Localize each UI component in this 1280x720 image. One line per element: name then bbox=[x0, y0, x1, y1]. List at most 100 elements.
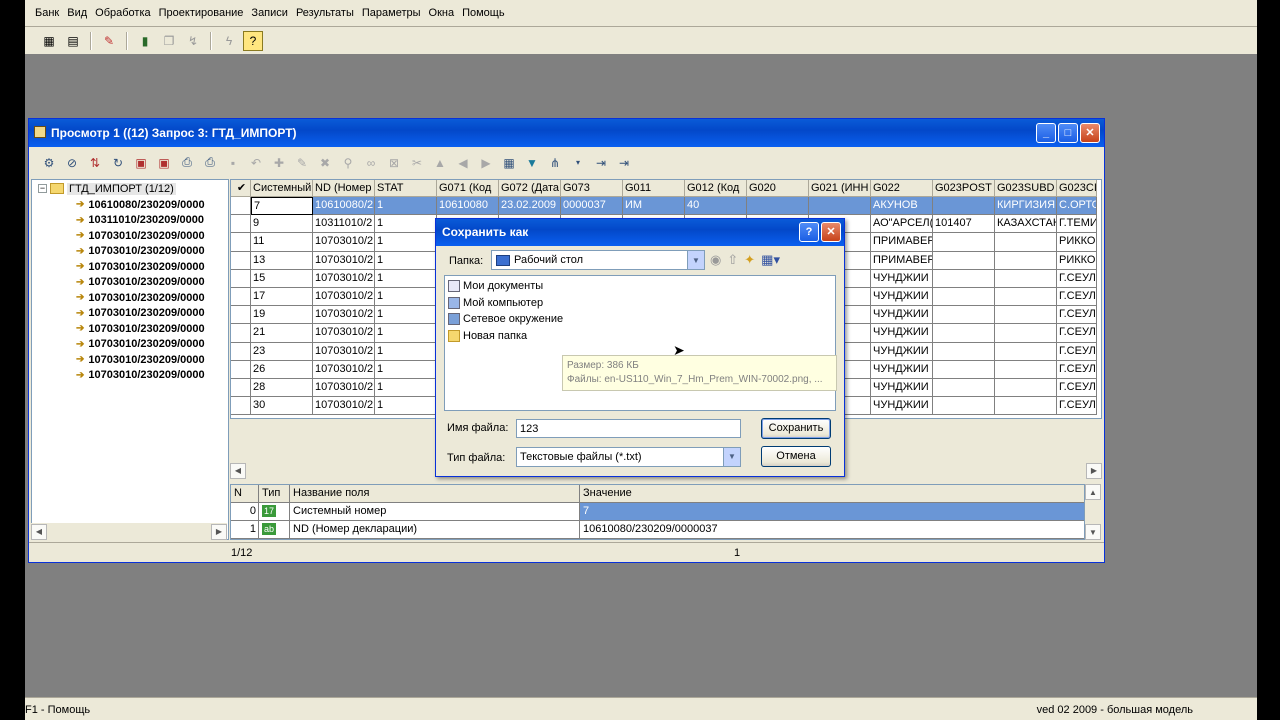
grid-cell[interactable]: 28 bbox=[251, 378, 313, 398]
cut-icon[interactable]: ⊠ bbox=[384, 153, 404, 173]
grid-cell[interactable] bbox=[995, 342, 1057, 361]
find-icon[interactable]: ⚲ bbox=[338, 153, 358, 173]
row-indicator[interactable] bbox=[231, 324, 251, 343]
tree-item[interactable]: ➔ 10703010/230209/0000 bbox=[76, 352, 205, 368]
grid-cell[interactable] bbox=[933, 360, 995, 379]
row-indicator[interactable] bbox=[231, 360, 251, 379]
table-settings-icon[interactable]: ▦ bbox=[499, 153, 519, 173]
grid-cell[interactable]: Г.СЕУЛ bbox=[1057, 269, 1097, 288]
open-bank-icon[interactable]: ▦ bbox=[39, 31, 59, 51]
grid-cell[interactable]: 10311010/2 bbox=[313, 215, 375, 234]
grid-cell[interactable]: ЧУНДЖИИ bbox=[871, 306, 933, 325]
grid-cell[interactable] bbox=[933, 269, 995, 288]
scroll-left-icon[interactable]: ◀ bbox=[31, 523, 47, 540]
grid-cell[interactable]: 15 bbox=[251, 269, 313, 288]
grid-cell[interactable]: 101407 bbox=[933, 215, 995, 234]
grid-cell[interactable]: 1 bbox=[375, 397, 437, 416]
grid-cell[interactable]: 1 bbox=[375, 342, 437, 361]
first-record-icon[interactable]: ▲ bbox=[430, 153, 450, 173]
grid-cell[interactable] bbox=[933, 324, 995, 343]
grid-cell[interactable] bbox=[995, 233, 1057, 252]
tree-item[interactable]: ➔ 10703010/230209/0000 bbox=[76, 228, 205, 244]
tree-item[interactable]: ➔ 10703010/230209/0000 bbox=[76, 259, 205, 275]
grid-cell[interactable]: 10703010/2 bbox=[313, 342, 375, 361]
grid-cell[interactable]: 9 bbox=[251, 215, 313, 234]
table-row[interactable]: 0 17 Системный номер 7 bbox=[231, 503, 1084, 521]
close-bank-icon[interactable]: ▤ bbox=[63, 31, 83, 51]
save-as-titlebar[interactable]: Сохранить как ? ✕ bbox=[436, 219, 844, 246]
grid-cell[interactable]: 1 bbox=[375, 360, 437, 379]
print-preview-icon[interactable]: ⎙ bbox=[200, 153, 220, 173]
grid-cell[interactable]: 10703010/2 bbox=[313, 397, 375, 416]
column-header[interactable]: G071 (Код bbox=[437, 180, 499, 197]
column-header[interactable]: G023POST bbox=[933, 180, 995, 197]
field-detail-grid[interactable]: N Тип Название поля Значение 0 17 Систем… bbox=[230, 484, 1085, 540]
grid-cell[interactable]: 1 bbox=[375, 197, 437, 216]
grid-cell[interactable]: 40 bbox=[685, 197, 747, 216]
view-window-titlebar[interactable]: Просмотр 1 ((12) Запрос 3: ГТД_ИМПОРТ) _… bbox=[29, 119, 1104, 147]
grid-cell[interactable] bbox=[995, 397, 1057, 416]
tree-item[interactable]: ➔ 10703010/230209/0000 bbox=[76, 337, 205, 353]
scroll-up-icon[interactable]: ▲ bbox=[1085, 484, 1101, 500]
grid-cell[interactable]: КАЗАХСТАН bbox=[995, 215, 1057, 234]
menu-design[interactable]: Проектирование bbox=[155, 0, 248, 27]
grid-cell[interactable]: Г.ТЕМИ bbox=[1057, 215, 1097, 234]
grid-cell[interactable]: 11 bbox=[251, 233, 313, 252]
menu-windows[interactable]: Окна bbox=[425, 0, 459, 27]
grid-cell[interactable]: 23 bbox=[251, 342, 313, 361]
grid-cell[interactable]: ЧУНДЖИИ bbox=[871, 324, 933, 343]
grid-cell[interactable]: 26 bbox=[251, 360, 313, 379]
column-header[interactable]: G072 (Дата bbox=[499, 180, 561, 197]
grid-cell[interactable]: АКУНОВ bbox=[871, 197, 933, 216]
delete-record-icon[interactable]: ✖ bbox=[315, 153, 335, 173]
grid-cell[interactable]: ЧУНДЖИИ bbox=[871, 287, 933, 307]
tree-item[interactable]: ➔ 10703010/230209/0000 bbox=[76, 275, 205, 291]
export-list-icon[interactable]: ⇥ bbox=[614, 153, 634, 173]
collapse-icon[interactable]: − bbox=[38, 184, 47, 193]
prev-record-icon[interactable]: ◀ bbox=[453, 153, 473, 173]
list-item[interactable]: Сетевое окружение bbox=[448, 311, 563, 327]
grid-cell[interactable]: 17 bbox=[251, 287, 313, 307]
cancel-button[interactable]: Отмена bbox=[761, 446, 831, 467]
link-icon[interactable]: ∞ bbox=[361, 153, 381, 173]
menu-help[interactable]: Помощь bbox=[458, 0, 509, 27]
grid-cell[interactable]: 10610080 bbox=[437, 197, 499, 216]
menu-records[interactable]: Записи bbox=[247, 0, 292, 27]
column-header[interactable]: G020 bbox=[747, 180, 809, 197]
grid-cell[interactable]: 19 bbox=[251, 306, 313, 325]
column-header[interactable]: G011 bbox=[623, 180, 685, 197]
menu-bank[interactable]: Банк bbox=[31, 0, 63, 27]
grid-cell[interactable]: Г.СЕУЛ bbox=[1057, 287, 1097, 307]
minimize-button[interactable]: _ bbox=[1036, 123, 1056, 143]
grid-cell[interactable]: Г.СЕУЛ bbox=[1057, 397, 1097, 416]
dropdown-arrow-icon[interactable]: ▾ bbox=[568, 153, 588, 173]
row-indicator[interactable] bbox=[231, 197, 251, 216]
list-item[interactable]: Мои документы bbox=[448, 278, 543, 294]
column-header[interactable]: G023CIT bbox=[1057, 180, 1097, 197]
tree-hscrollbar[interactable]: ◀ ▶ bbox=[31, 523, 227, 540]
edit-icon[interactable]: ✎ bbox=[99, 31, 119, 51]
grid-cell[interactable] bbox=[995, 324, 1057, 343]
grid-cell[interactable] bbox=[933, 342, 995, 361]
chevron-down-icon[interactable]: ▼ bbox=[687, 251, 704, 269]
grid-cell[interactable]: 23.02.2009 bbox=[499, 197, 561, 216]
grid-cell[interactable]: 10703010/2 bbox=[313, 251, 375, 270]
grid-cell[interactable]: 13 bbox=[251, 251, 313, 270]
detail-field-value[interactable]: 10610080/230209/0000037 bbox=[580, 521, 1084, 539]
grid-cell[interactable]: 7 bbox=[251, 197, 313, 216]
up-folder-icon[interactable]: ⇧ bbox=[727, 252, 738, 268]
grid-cell[interactable]: Г.СЕУЛ bbox=[1057, 324, 1097, 343]
print-icon[interactable]: ⎙ bbox=[177, 153, 197, 173]
grid-cell[interactable]: 1 bbox=[375, 269, 437, 288]
run-icon[interactable]: ↯ bbox=[183, 31, 203, 51]
refresh-icon[interactable]: ↻ bbox=[108, 153, 128, 173]
grid-cell[interactable]: 1 bbox=[375, 215, 437, 234]
grid-cell[interactable] bbox=[933, 233, 995, 252]
grid-cell[interactable]: 10703010/2 bbox=[313, 324, 375, 343]
grid-cell[interactable] bbox=[933, 306, 995, 325]
row-indicator[interactable] bbox=[231, 215, 251, 234]
grid-cell[interactable]: Г.СЕУЛ bbox=[1057, 306, 1097, 325]
grid-cell[interactable]: КИРГИЗИЯ bbox=[995, 197, 1057, 216]
menu-results[interactable]: Результаты bbox=[292, 0, 358, 27]
menu-processing[interactable]: Обработка bbox=[91, 0, 154, 27]
